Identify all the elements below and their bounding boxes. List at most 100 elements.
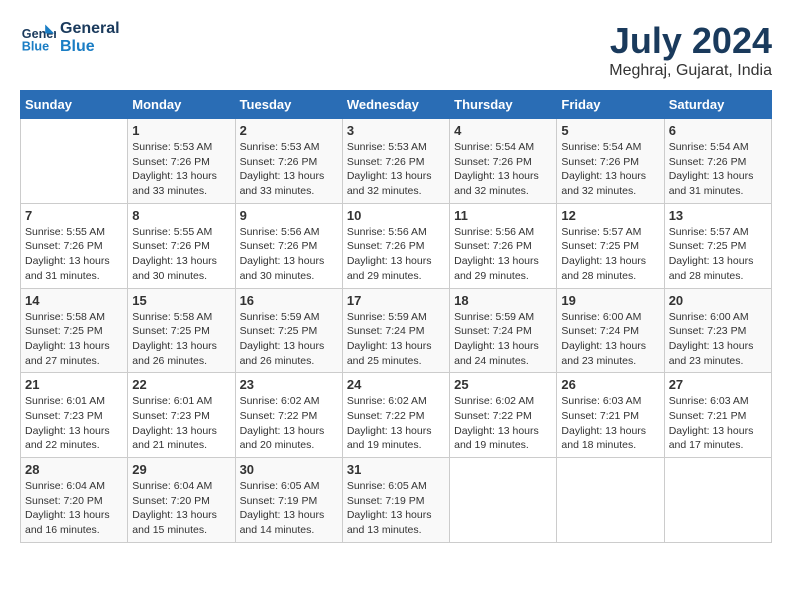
day-number: 20 [669, 293, 767, 308]
calendar-cell: 12 Sunrise: 5:57 AMSunset: 7:25 PMDayligh… [557, 203, 664, 288]
day-info: Sunrise: 6:01 AMSunset: 7:23 PMDaylight:… [25, 394, 123, 453]
subtitle: Meghraj, Gujarat, India [609, 62, 772, 80]
day-info: Sunrise: 5:57 AMSunset: 7:25 PMDaylight:… [561, 225, 659, 284]
calendar-cell: 28 Sunrise: 6:04 AMSunset: 7:20 PMDayligh… [21, 458, 128, 543]
calendar-week-row: 7 Sunrise: 5:55 AMSunset: 7:26 PMDaylight… [21, 203, 772, 288]
day-number: 8 [132, 208, 230, 223]
calendar-cell: 27Sunrise: 6:03 AMSunset: 7:21 PMDayligh… [664, 373, 771, 458]
day-number: 19 [561, 293, 659, 308]
logo-icon: General Blue [20, 20, 56, 56]
calendar-cell: 25Sunrise: 6:02 AMSunset: 7:22 PMDayligh… [450, 373, 557, 458]
day-info: Sunrise: 5:54 AMSunset: 7:26 PMDaylight:… [454, 140, 552, 199]
calendar-cell [21, 119, 128, 204]
calendar-cell: 31 Sunrise: 6:05 AMSunset: 7:19 PMDayligh… [342, 458, 449, 543]
day-info: Sunrise: 5:54 AMSunset: 7:26 PMDaylight:… [561, 140, 659, 199]
calendar-cell: 15 Sunrise: 5:58 AMSunset: 7:25 PMDayligh… [128, 288, 235, 373]
calendar-cell: 20 Sunrise: 6:00 AMSunset: 7:23 PMDayligh… [664, 288, 771, 373]
day-info: Sunrise: 5:56 AMSunset: 7:26 PMDaylight:… [240, 225, 338, 284]
calendar-cell: 4 Sunrise: 5:54 AMSunset: 7:26 PMDaylight… [450, 119, 557, 204]
day-info: Sunrise: 5:53 AMSunset: 7:26 PMDaylight:… [240, 140, 338, 199]
day-number: 28 [25, 462, 123, 477]
calendar-cell: 30Sunrise: 6:05 AMSunset: 7:19 PMDayligh… [235, 458, 342, 543]
day-info: Sunrise: 5:55 AMSunset: 7:26 PMDaylight:… [25, 225, 123, 284]
calendar-cell: 2 Sunrise: 5:53 AMSunset: 7:26 PMDaylight… [235, 119, 342, 204]
day-info: Sunrise: 5:59 AMSunset: 7:24 PMDaylight:… [347, 310, 445, 369]
day-number: 4 [454, 123, 552, 138]
calendar-cell: 19 Sunrise: 6:00 AMSunset: 7:24 PMDayligh… [557, 288, 664, 373]
header-day: Saturday [664, 91, 771, 119]
day-info: Sunrise: 6:04 AMSunset: 7:20 PMDaylight:… [25, 479, 123, 538]
title-block: July 2024 Meghraj, Gujarat, India [609, 20, 772, 80]
day-info: Sunrise: 5:53 AMSunset: 7:26 PMDaylight:… [132, 140, 230, 199]
calendar-cell: 21 Sunrise: 6:01 AMSunset: 7:23 PMDayligh… [21, 373, 128, 458]
calendar-week-row: 21 Sunrise: 6:01 AMSunset: 7:23 PMDayligh… [21, 373, 772, 458]
calendar-body: 1 Sunrise: 5:53 AMSunset: 7:26 PMDaylight… [21, 119, 772, 543]
main-title: July 2024 [609, 20, 772, 62]
day-info: Sunrise: 5:59 AMSunset: 7:25 PMDaylight:… [240, 310, 338, 369]
day-number: 1 [132, 123, 230, 138]
day-info: Sunrise: 6:02 AMSunset: 7:22 PMDaylight:… [240, 394, 338, 453]
calendar-cell: 13 Sunrise: 5:57 AMSunset: 7:25 PMDayligh… [664, 203, 771, 288]
calendar-week-row: 1 Sunrise: 5:53 AMSunset: 7:26 PMDaylight… [21, 119, 772, 204]
day-number: 17 [347, 293, 445, 308]
calendar-cell: 8 Sunrise: 5:55 AMSunset: 7:26 PMDaylight… [128, 203, 235, 288]
header-row: SundayMondayTuesdayWednesdayThursdayFrid… [21, 91, 772, 119]
day-number: 18 [454, 293, 552, 308]
day-number: 21 [25, 377, 123, 392]
calendar-cell: 24Sunrise: 6:02 AMSunset: 7:22 PMDayligh… [342, 373, 449, 458]
day-number: 12 [561, 208, 659, 223]
calendar-table: SundayMondayTuesdayWednesdayThursdayFrid… [20, 90, 772, 543]
logo-line1: General [60, 20, 120, 38]
calendar-cell: 18 Sunrise: 5:59 AMSunset: 7:24 PMDayligh… [450, 288, 557, 373]
day-number: 23 [240, 377, 338, 392]
day-number: 27 [669, 377, 767, 392]
calendar-cell: 7 Sunrise: 5:55 AMSunset: 7:26 PMDaylight… [21, 203, 128, 288]
calendar-cell: 1 Sunrise: 5:53 AMSunset: 7:26 PMDaylight… [128, 119, 235, 204]
calendar-cell [664, 458, 771, 543]
day-number: 22 [132, 377, 230, 392]
day-info: Sunrise: 6:05 AMSunset: 7:19 PMDaylight:… [240, 479, 338, 538]
calendar-cell: 14Sunrise: 5:58 AMSunset: 7:25 PMDayligh… [21, 288, 128, 373]
calendar-week-row: 28 Sunrise: 6:04 AMSunset: 7:20 PMDayligh… [21, 458, 772, 543]
calendar-cell: 5 Sunrise: 5:54 AMSunset: 7:26 PMDaylight… [557, 119, 664, 204]
day-info: Sunrise: 6:04 AMSunset: 7:20 PMDaylight:… [132, 479, 230, 538]
calendar-cell: 23 Sunrise: 6:02 AMSunset: 7:22 PMDayligh… [235, 373, 342, 458]
calendar-cell: 3Sunrise: 5:53 AMSunset: 7:26 PMDaylight… [342, 119, 449, 204]
day-number: 9 [240, 208, 338, 223]
day-info: Sunrise: 5:58 AMSunset: 7:25 PMDaylight:… [25, 310, 123, 369]
day-info: Sunrise: 5:58 AMSunset: 7:25 PMDaylight:… [132, 310, 230, 369]
calendar-cell: 10Sunrise: 5:56 AMSunset: 7:26 PMDayligh… [342, 203, 449, 288]
day-number: 5 [561, 123, 659, 138]
calendar-cell: 26Sunrise: 6:03 AMSunset: 7:21 PMDayligh… [557, 373, 664, 458]
calendar-cell: 22Sunrise: 6:01 AMSunset: 7:23 PMDayligh… [128, 373, 235, 458]
calendar-header: SundayMondayTuesdayWednesdayThursdayFrid… [21, 91, 772, 119]
day-number: 15 [132, 293, 230, 308]
calendar-week-row: 14Sunrise: 5:58 AMSunset: 7:25 PMDayligh… [21, 288, 772, 373]
day-info: Sunrise: 5:57 AMSunset: 7:25 PMDaylight:… [669, 225, 767, 284]
calendar-cell [557, 458, 664, 543]
day-info: Sunrise: 6:00 AMSunset: 7:24 PMDaylight:… [561, 310, 659, 369]
header-day: Wednesday [342, 91, 449, 119]
svg-text:Blue: Blue [22, 40, 49, 54]
header-day: Thursday [450, 91, 557, 119]
logo-line2: Blue [60, 38, 120, 56]
day-number: 7 [25, 208, 123, 223]
day-number: 6 [669, 123, 767, 138]
calendar-cell: 17 Sunrise: 5:59 AMSunset: 7:24 PMDayligh… [342, 288, 449, 373]
day-number: 31 [347, 462, 445, 477]
calendar-cell [450, 458, 557, 543]
day-info: Sunrise: 5:54 AMSunset: 7:26 PMDaylight:… [669, 140, 767, 199]
day-number: 29 [132, 462, 230, 477]
day-info: Sunrise: 6:00 AMSunset: 7:23 PMDaylight:… [669, 310, 767, 369]
day-info: Sunrise: 5:55 AMSunset: 7:26 PMDaylight:… [132, 225, 230, 284]
day-number: 13 [669, 208, 767, 223]
day-number: 25 [454, 377, 552, 392]
day-info: Sunrise: 6:05 AMSunset: 7:19 PMDaylight:… [347, 479, 445, 538]
day-info: Sunrise: 5:59 AMSunset: 7:24 PMDaylight:… [454, 310, 552, 369]
page-header: General Blue General Blue July 2024 Megh… [20, 20, 772, 80]
day-number: 2 [240, 123, 338, 138]
day-number: 11 [454, 208, 552, 223]
day-number: 24 [347, 377, 445, 392]
day-number: 3 [347, 123, 445, 138]
day-info: Sunrise: 5:56 AMSunset: 7:26 PMDaylight:… [347, 225, 445, 284]
